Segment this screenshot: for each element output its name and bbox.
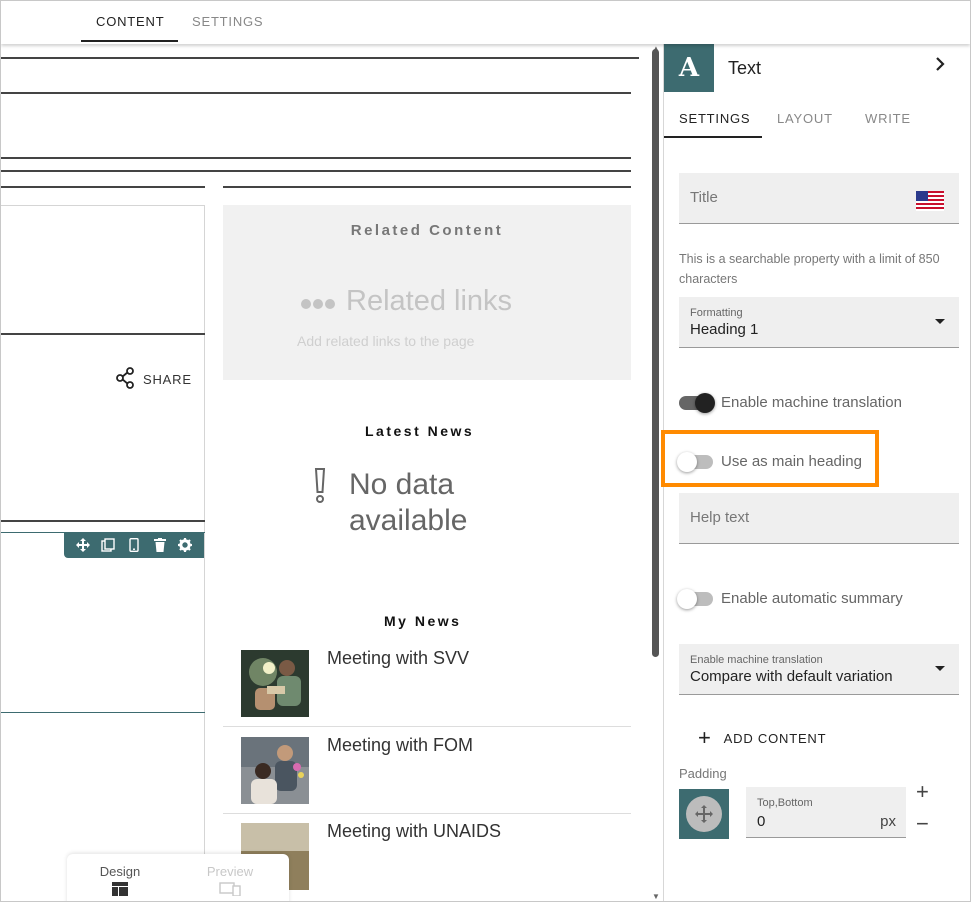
- text-block-icon: A: [664, 44, 714, 92]
- devices-icon: [219, 882, 241, 897]
- divider: [1, 520, 205, 522]
- machine-translation-toggle[interactable]: [679, 392, 715, 413]
- related-links-label: Related links: [346, 285, 513, 317]
- help-text-field[interactable]: Help text: [679, 493, 959, 544]
- properties-panel: A Text SETTINGS LAYOUT WRITE Title This …: [663, 44, 970, 901]
- news-item[interactable]: Meeting with SVV: [223, 640, 631, 727]
- latest-news-title: Latest News: [365, 423, 475, 439]
- exclamation-icon: [311, 467, 329, 539]
- chevron-right-icon[interactable]: [934, 56, 946, 77]
- share-button[interactable]: SHARE: [115, 367, 192, 392]
- panel-title: Text: [728, 58, 762, 78]
- tab-panel-write[interactable]: WRITE: [865, 111, 911, 126]
- design-tab-label: Design: [99, 864, 141, 879]
- scrollbar-thumb[interactable]: [652, 49, 659, 657]
- divider: [1, 170, 631, 172]
- machine-translation-label: Enable machine translation: [721, 394, 902, 411]
- news-title: Meeting with SVV: [327, 648, 470, 668]
- title-field[interactable]: Title: [679, 173, 959, 224]
- view-mode-tabs: Design Preview: [67, 854, 289, 901]
- increase-padding-button[interactable]: +: [916, 781, 929, 803]
- help-text-placeholder: Help text: [690, 509, 750, 526]
- padding-selector[interactable]: [679, 789, 729, 839]
- plus-icon: +: [698, 725, 712, 750]
- related-content-block[interactable]: Related Content Related links Add relate…: [223, 205, 631, 380]
- divider: [223, 186, 631, 188]
- mobile-icon[interactable]: [127, 538, 141, 552]
- divider: [1, 92, 631, 94]
- auto-summary-label: Enable automatic summary: [721, 590, 903, 607]
- tab-panel-settings[interactable]: SETTINGS: [679, 111, 750, 126]
- main-heading-toggle-row: Use as main heading: [677, 451, 862, 472]
- no-data-line-1: No data: [349, 468, 455, 501]
- main-heading-label: Use as main heading: [721, 453, 862, 470]
- main-heading-toggle[interactable]: [677, 451, 713, 472]
- padding-unit: px: [880, 813, 896, 830]
- news-title: Meeting with FOM: [327, 735, 474, 755]
- selected-block-border: [1, 712, 205, 713]
- dots-icon: [300, 285, 336, 318]
- padding-top-bottom-input[interactable]: Top,Bottom 0 px: [746, 787, 906, 838]
- design-tab[interactable]: Design: [85, 864, 155, 899]
- dropdown-caret-icon: [935, 666, 945, 671]
- move-icon[interactable]: [75, 538, 90, 552]
- auto-summary-toggle-row: Enable automatic summary: [677, 588, 903, 609]
- layout-icon: [112, 882, 128, 896]
- title-hint: This is a searchable property with a lim…: [679, 252, 940, 286]
- formatting-select[interactable]: Formatting Heading 1: [679, 297, 959, 348]
- translation-select-label: Enable machine translation: [690, 654, 823, 666]
- no-data-message: No data available: [311, 467, 467, 539]
- preview-tab[interactable]: Preview: [195, 864, 265, 899]
- padding-value: 0: [757, 813, 766, 830]
- no-data-line-2: available: [349, 504, 468, 537]
- title-placeholder: Title: [690, 189, 718, 206]
- panel-tab-indicator: [664, 136, 762, 138]
- gear-icon[interactable]: [178, 538, 193, 552]
- box-border: [1, 205, 205, 206]
- divider: [1, 186, 205, 188]
- add-content-button[interactable]: + ADD CONTENT: [698, 725, 827, 750]
- dropdown-caret-icon: [935, 319, 945, 324]
- news-thumbnail: [241, 737, 309, 804]
- my-news-title: My News: [384, 613, 462, 629]
- padding-label: Padding: [679, 766, 727, 781]
- related-links-placeholder: Related links: [300, 285, 512, 318]
- delete-icon[interactable]: [153, 538, 167, 552]
- divider: [1, 333, 205, 335]
- editor-window: CONTENT SETTINGS SHARE Related Content R…: [0, 0, 971, 902]
- translation-compare-select[interactable]: Enable machine translation Compare with …: [679, 644, 959, 695]
- divider: [1, 157, 631, 159]
- related-links-subtitle: Add related links to the page: [297, 333, 475, 349]
- scroll-down-arrow[interactable]: ▼: [651, 893, 661, 901]
- tab-settings[interactable]: SETTINGS: [192, 14, 263, 29]
- news-thumbnail: [241, 650, 309, 717]
- block-toolbar: [64, 532, 204, 558]
- copy-icon[interactable]: [101, 538, 116, 552]
- decrease-padding-button[interactable]: −: [916, 813, 929, 835]
- related-content-title: Related Content: [350, 222, 504, 239]
- news-title: Meeting with UNAIDS: [327, 821, 502, 841]
- add-content-label: ADD CONTENT: [723, 730, 827, 746]
- machine-translation-toggle-row: Enable machine translation: [679, 392, 902, 413]
- translation-select-value: Compare with default variation: [690, 668, 893, 685]
- padding-field-label: Top,Bottom: [757, 797, 813, 809]
- formatting-value: Heading 1: [690, 321, 759, 338]
- top-tab-bar: CONTENT SETTINGS: [1, 1, 970, 44]
- preview-tab-label: Preview: [206, 864, 254, 879]
- share-icon: [115, 367, 135, 392]
- column-border: [204, 205, 205, 901]
- tab-panel-layout[interactable]: LAYOUT: [777, 111, 833, 126]
- news-item[interactable]: Meeting with FOM: [223, 727, 631, 814]
- tab-content[interactable]: CONTENT: [96, 14, 164, 29]
- share-label: SHARE: [143, 372, 192, 387]
- us-flag-icon[interactable]: [916, 191, 944, 216]
- move-icon: [695, 805, 713, 823]
- formatting-label: Formatting: [690, 307, 743, 319]
- auto-summary-toggle[interactable]: [677, 588, 713, 609]
- active-tab-indicator: [81, 40, 178, 42]
- divider: [1, 57, 639, 59]
